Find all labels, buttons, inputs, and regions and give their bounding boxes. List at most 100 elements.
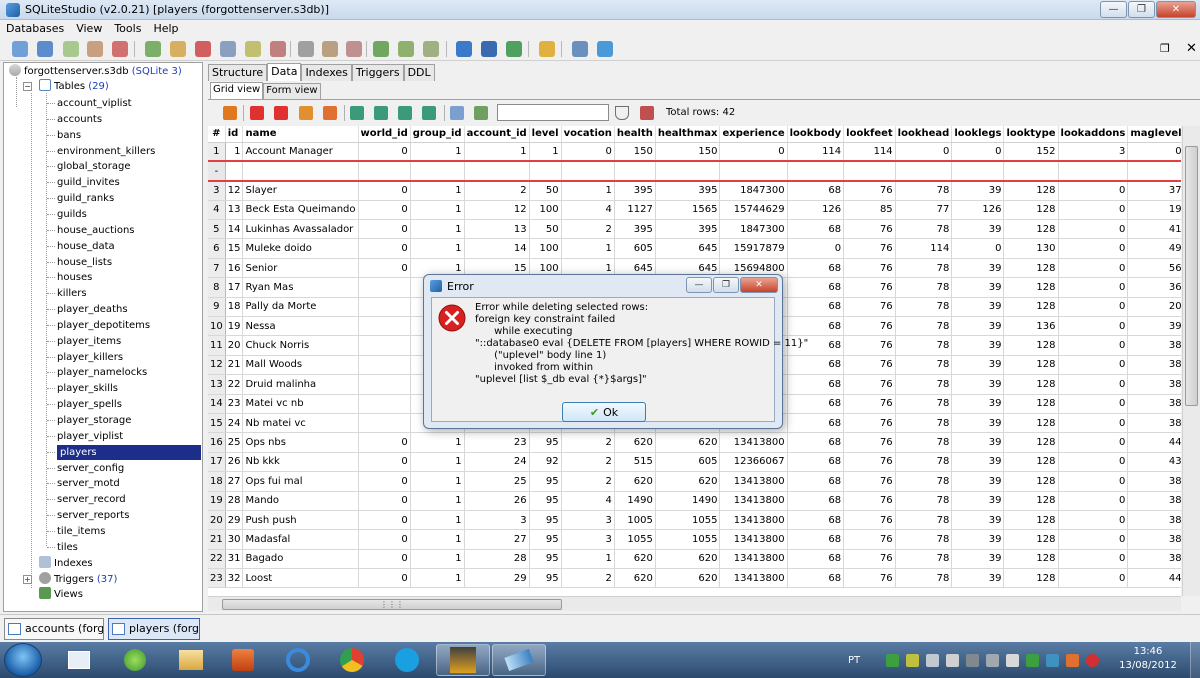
column-header-health[interactable]: health (614, 126, 656, 143)
tree-table-player-namelocks[interactable]: player_namelocks (57, 365, 147, 380)
grid-cell[interactable]: 23 (225, 394, 244, 414)
show-desktop-button[interactable] (1190, 642, 1200, 678)
grid-cell[interactable]: 95 (529, 432, 562, 453)
grid-cell[interactable]: 395 (614, 180, 656, 201)
tree-table-guild-invites[interactable]: guild_invites (57, 175, 120, 190)
grid-cell[interactable]: 39 (951, 335, 1005, 356)
grid-cell[interactable]: 605 (614, 238, 656, 259)
grid-cell[interactable]: 1 (410, 142, 465, 162)
grid-cell[interactable]: 0 (358, 529, 411, 550)
grid-cell[interactable]: 76 (843, 355, 896, 376)
grid-cell[interactable]: 0 (1058, 471, 1129, 492)
import-icon[interactable] (474, 106, 488, 120)
grid-cell[interactable]: 78 (895, 413, 953, 434)
grid-cell[interactable] (951, 160, 1005, 182)
grid-cell[interactable]: 128 (1003, 510, 1059, 531)
filter-icon[interactable] (615, 106, 629, 120)
grid-cell[interactable]: 68 (787, 394, 845, 414)
grid-cell[interactable]: 20 (225, 335, 244, 356)
grid-cell[interactable]: 26 (225, 452, 244, 473)
grid-cell[interactable]: 76 (843, 374, 896, 395)
grid-cell[interactable]: 130 (1003, 238, 1059, 259)
next-page-icon[interactable] (398, 106, 412, 120)
grid-cell[interactable]: Account Manager (242, 142, 359, 162)
grid-cell[interactable]: 620 (655, 471, 721, 492)
grid-cell[interactable]: 150 (655, 142, 721, 162)
grid-cell[interactable]: 39 (951, 316, 1005, 337)
grid-cell[interactable] (561, 160, 615, 182)
grid-cell[interactable]: 0 (561, 142, 615, 162)
grid-cell[interactable]: 1 (561, 238, 615, 259)
grid-cell[interactable]: 77 (895, 200, 953, 221)
grid-cell[interactable]: 1847300 (719, 219, 788, 240)
start-button[interactable] (4, 643, 42, 677)
tree-triggers-node[interactable]: Triggers (37) (39, 572, 117, 587)
grid-cell[interactable]: 39 (951, 529, 1005, 550)
grid-cell[interactable]: 25 (464, 471, 530, 492)
grid-cell[interactable]: 1 (410, 510, 465, 531)
table-row[interactable]: 22 31 Bagado 0 1 28 95 1 620 620 13413800 68 76 78 39 1… (208, 549, 1181, 570)
grid-cell[interactable] (843, 160, 896, 182)
grid-cell[interactable] (614, 160, 656, 182)
grid-cell[interactable]: 1 (561, 549, 615, 570)
grid-cell[interactable]: 0 (1058, 374, 1129, 395)
tree-table-global-storage[interactable]: global_storage (57, 159, 131, 174)
dialog-maximize-button[interactable]: ❐ (713, 277, 739, 293)
tree-table-tile-items[interactable]: tile_items (57, 524, 105, 539)
clear-filter-icon[interactable] (640, 106, 654, 120)
grid-cell[interactable] (1127, 160, 1181, 182)
table-row[interactable]: 3 12 Slayer 0 1 2 50 1 395 395 1847300 68 76 78 39 128 0… (208, 180, 1181, 201)
grid-cell[interactable]: 0 (951, 238, 1005, 259)
grid-cell[interactable]: 150 (614, 142, 656, 162)
grid-cell[interactable]: 38 (1127, 374, 1181, 395)
grid-cell[interactable]: 68 (787, 413, 845, 434)
tree-table-player-skills[interactable]: player_skills (57, 381, 118, 396)
grid-cell[interactable]: 15 (225, 238, 244, 259)
menu-help[interactable]: Help (147, 22, 184, 35)
grid-cell[interactable]: 38 (1127, 335, 1181, 356)
grid-cell[interactable]: 1 (561, 180, 615, 201)
grid-cell[interactable]: 92 (529, 452, 562, 473)
table-row[interactable]: 1 1 Account Manager 0 1 1 1 0 150 150 0 114 114 0 0 152… (208, 142, 1181, 162)
grid-cell[interactable]: 76 (843, 219, 896, 240)
window-task-players[interactable]: players (forgott (108, 618, 200, 640)
grid-cell[interactable]: 38 (1127, 491, 1181, 511)
table-row[interactable]: 18 27 Ops fui mal 0 1 25 95 2 620 620 13413800 68 76… (208, 471, 1181, 492)
grid-cell[interactable]: 0 (787, 238, 845, 259)
tray-app-icon[interactable] (906, 654, 919, 667)
tab-data[interactable]: Data (267, 63, 302, 81)
grid-cell[interactable]: 0 (1058, 355, 1129, 376)
dialog-minimize-button[interactable]: — (686, 277, 712, 293)
grid-cell[interactable]: 136 (1003, 316, 1059, 337)
tree-table-accounts[interactable]: accounts (57, 112, 102, 127)
grid-cell[interactable]: 32 (225, 568, 244, 589)
export-grid-icon[interactable] (450, 106, 464, 120)
expand-toggle-icon[interactable]: + (23, 575, 32, 584)
grid-cell[interactable]: 44 (1127, 568, 1181, 589)
horizontal-scroll-thumb[interactable]: ⋮⋮⋮ (222, 599, 562, 610)
grid-cell[interactable]: 76 (843, 529, 896, 550)
disconnect-db-icon[interactable] (37, 41, 53, 57)
grid-cell[interactable]: 0 (358, 471, 411, 492)
grid-cell[interactable]: 78 (895, 471, 953, 492)
grid-cell[interactable]: 38 (1127, 529, 1181, 550)
grid-cell[interactable]: 13413800 (719, 510, 788, 531)
grid-cell[interactable]: 0 (719, 142, 788, 162)
tray-app-icon[interactable] (1066, 654, 1079, 667)
grid-cell[interactable]: 620 (614, 568, 656, 589)
column-header-looklegs[interactable]: looklegs (951, 126, 1005, 143)
grid-cell[interactable]: 395 (655, 219, 721, 240)
grid-cell[interactable]: 1 (410, 529, 465, 550)
grid-cell[interactable]: 0 (358, 219, 411, 240)
grid-cell[interactable]: 44 (1127, 432, 1181, 453)
tree-table-player-storage[interactable]: player_storage (57, 413, 131, 428)
grid-cell[interactable]: 0 (1058, 432, 1129, 453)
maximize-button[interactable]: ❐ (1128, 1, 1155, 18)
add-db-icon[interactable] (63, 41, 79, 57)
minimize-button[interactable]: — (1100, 1, 1127, 18)
grid-cell[interactable]: 0 (358, 142, 411, 162)
menu-tools[interactable]: Tools (108, 22, 147, 35)
monitor-icon[interactable] (986, 654, 999, 667)
grid-cell[interactable]: 1 (464, 142, 530, 162)
tree-table-server-config[interactable]: server_config (57, 461, 124, 476)
